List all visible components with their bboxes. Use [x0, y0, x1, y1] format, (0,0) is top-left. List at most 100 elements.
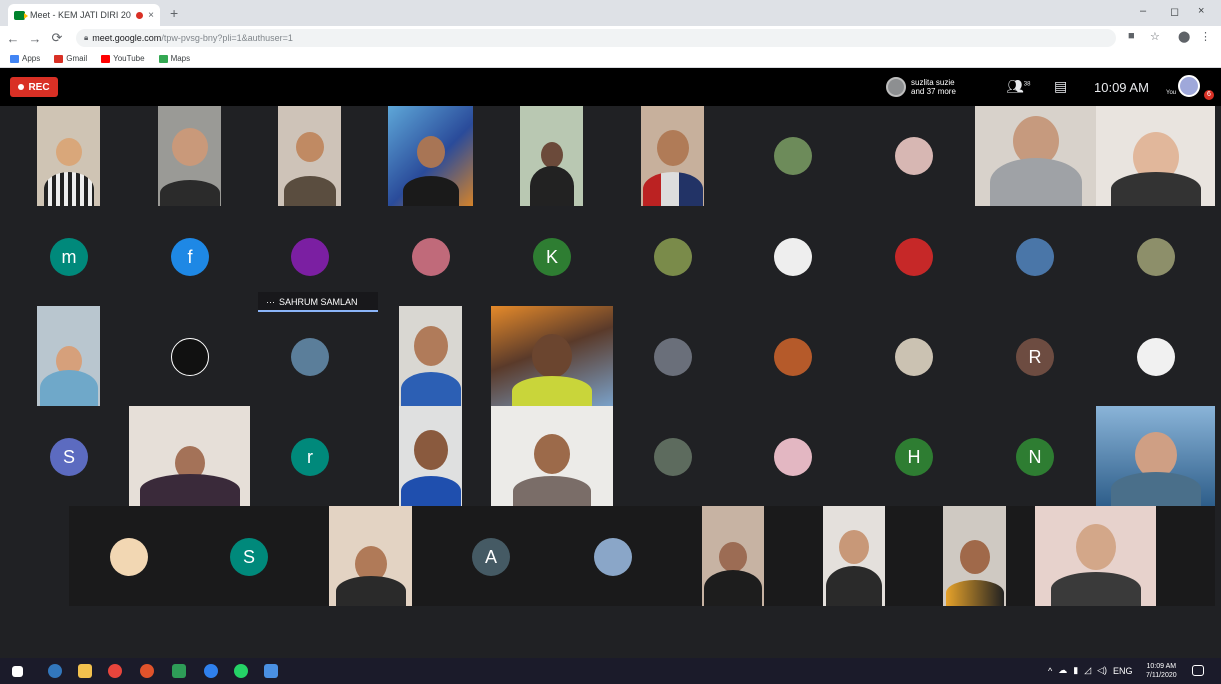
- presenter-chip[interactable]: suzlita suzie and 37 more: [886, 74, 970, 100]
- participant-video[interactable]: [520, 106, 583, 206]
- participant-avatar[interactable]: [774, 238, 812, 276]
- windows-start-icon[interactable]: [12, 666, 23, 677]
- participant-video[interactable]: [1096, 106, 1215, 206]
- tray-expand-icon[interactable]: ^: [1048, 666, 1052, 676]
- participant-avatar[interactable]: [1137, 238, 1175, 276]
- participant-avatar[interactable]: r: [291, 438, 329, 476]
- participant-video[interactable]: [399, 306, 462, 406]
- mic-icon[interactable]: ▮: [1073, 665, 1078, 676]
- bookmark-maps[interactable]: Maps: [158, 54, 190, 63]
- camera-in-use-icon[interactable]: ■: [1128, 30, 1135, 42]
- app-icon[interactable]: [264, 664, 278, 678]
- app-icon[interactable]: [204, 664, 218, 678]
- participant-video[interactable]: [129, 406, 250, 506]
- participant-video[interactable]: [491, 306, 613, 406]
- avatar-letter: A: [484, 546, 497, 567]
- shirt: [43, 172, 94, 206]
- app-icon[interactable]: [172, 664, 186, 678]
- face: [534, 434, 570, 474]
- participant-video[interactable]: [491, 406, 613, 506]
- participant-video[interactable]: [37, 106, 100, 206]
- presenter-avatar: [886, 77, 906, 97]
- network-icon[interactable]: ◿: [1084, 665, 1091, 676]
- participant-avatar[interactable]: m: [50, 238, 88, 276]
- participant-video[interactable]: [823, 506, 885, 606]
- self-avatar[interactable]: [1178, 75, 1200, 97]
- whatsapp-icon[interactable]: [234, 664, 248, 678]
- address-bar[interactable]: 🔒︎ meet.google.com/tpw-pvsg-bny?pli=1&au…: [76, 29, 1116, 47]
- browser-tab-meet[interactable]: Meet - KEM JATI DIRI 2020 ×: [8, 4, 160, 26]
- participant-avatar[interactable]: H: [895, 438, 933, 476]
- participant-avatar[interactable]: f: [171, 238, 209, 276]
- new-tab-button[interactable]: +: [170, 5, 178, 21]
- bookmark-star-icon[interactable]: ☆: [1150, 30, 1160, 43]
- participant-video[interactable]: [388, 106, 473, 206]
- participant-avatar[interactable]: S: [50, 438, 88, 476]
- participant-avatar[interactable]: [654, 338, 692, 376]
- volume-icon[interactable]: ◁): [1097, 665, 1107, 676]
- people-icon[interactable]: 👥︎38: [1006, 78, 1030, 95]
- maximize-button[interactable]: ◻: [1170, 5, 1179, 18]
- file-explorer-icon[interactable]: [78, 664, 92, 678]
- avatar-letter: f: [187, 246, 193, 267]
- maps-icon: [158, 54, 168, 63]
- participant-avatar[interactable]: [171, 338, 209, 376]
- participant-avatar[interactable]: [774, 438, 812, 476]
- bookmark-apps[interactable]: Apps: [10, 54, 40, 63]
- participant-video[interactable]: [975, 106, 1096, 206]
- avatar-letter: N: [1028, 446, 1042, 467]
- participant-video[interactable]: [278, 106, 341, 206]
- participant-avatar[interactable]: A: [472, 538, 510, 576]
- language-indicator[interactable]: ENG: [1113, 666, 1133, 676]
- participant-avatar[interactable]: [774, 137, 812, 175]
- participant-avatar[interactable]: [291, 338, 329, 376]
- participant-avatar[interactable]: [895, 137, 933, 175]
- participant-avatar[interactable]: [654, 438, 692, 476]
- tab-close-icon[interactable]: ×: [148, 10, 154, 21]
- participant-avatar[interactable]: [594, 538, 632, 576]
- participant-video[interactable]: [158, 106, 221, 206]
- notification-icon[interactable]: [1192, 665, 1204, 676]
- app-icon[interactable]: [140, 664, 154, 678]
- participant-avatar[interactable]: [895, 238, 933, 276]
- participant-avatar[interactable]: [110, 538, 148, 576]
- participant-video[interactable]: [1035, 506, 1156, 606]
- participant-avatar[interactable]: K: [533, 238, 571, 276]
- profile-icon[interactable]: ⬤: [1178, 30, 1190, 43]
- back-arrow-icon[interactable]: ←: [4, 31, 22, 46]
- close-window-button[interactable]: ×: [1198, 5, 1204, 17]
- chrome-icon[interactable]: [108, 664, 122, 678]
- participant-video[interactable]: [943, 506, 1006, 606]
- forward-arrow-icon[interactable]: →: [26, 31, 44, 46]
- participant-name: SAHRUM SAMLAN: [279, 297, 358, 307]
- minimize-button[interactable]: –: [1140, 5, 1146, 17]
- participant-video[interactable]: [1096, 406, 1215, 506]
- more-options-icon[interactable]: ···: [266, 297, 275, 307]
- bookmark-youtube[interactable]: YouTube: [101, 54, 145, 63]
- participant-video[interactable]: [329, 506, 412, 606]
- participant-avatar[interactable]: R: [1016, 338, 1054, 376]
- bookmark-gmail[interactable]: Gmail: [54, 54, 87, 63]
- avatar-letter: r: [307, 446, 313, 467]
- participant-avatar[interactable]: [895, 338, 933, 376]
- participant-video[interactable]: [702, 506, 764, 606]
- participant-avatar[interactable]: [412, 238, 450, 276]
- chat-icon[interactable]: ▤: [1054, 78, 1067, 95]
- participant-avatar[interactable]: [1016, 238, 1054, 276]
- participant-video[interactable]: [399, 406, 462, 506]
- participant-avatar[interactable]: N: [1016, 438, 1054, 476]
- tab-title: Meet - KEM JATI DIRI 2020: [30, 10, 132, 20]
- participant-avatar[interactable]: [291, 238, 329, 276]
- cloud-icon[interactable]: ☁: [1058, 665, 1067, 676]
- participant-video[interactable]: [641, 106, 704, 206]
- menu-dots-icon[interactable]: ⋮: [1200, 30, 1211, 43]
- participant-avatar[interactable]: [654, 238, 692, 276]
- face: [413, 326, 448, 366]
- edge-icon[interactable]: [48, 664, 62, 678]
- taskbar-clock[interactable]: 10:09 AM 7/11/2020: [1146, 662, 1177, 680]
- participant-avatar[interactable]: [774, 338, 812, 376]
- reload-icon[interactable]: ⟳: [48, 30, 66, 46]
- participant-avatar[interactable]: S: [230, 538, 268, 576]
- participant-video[interactable]: [37, 306, 100, 406]
- participant-avatar[interactable]: [1137, 338, 1175, 376]
